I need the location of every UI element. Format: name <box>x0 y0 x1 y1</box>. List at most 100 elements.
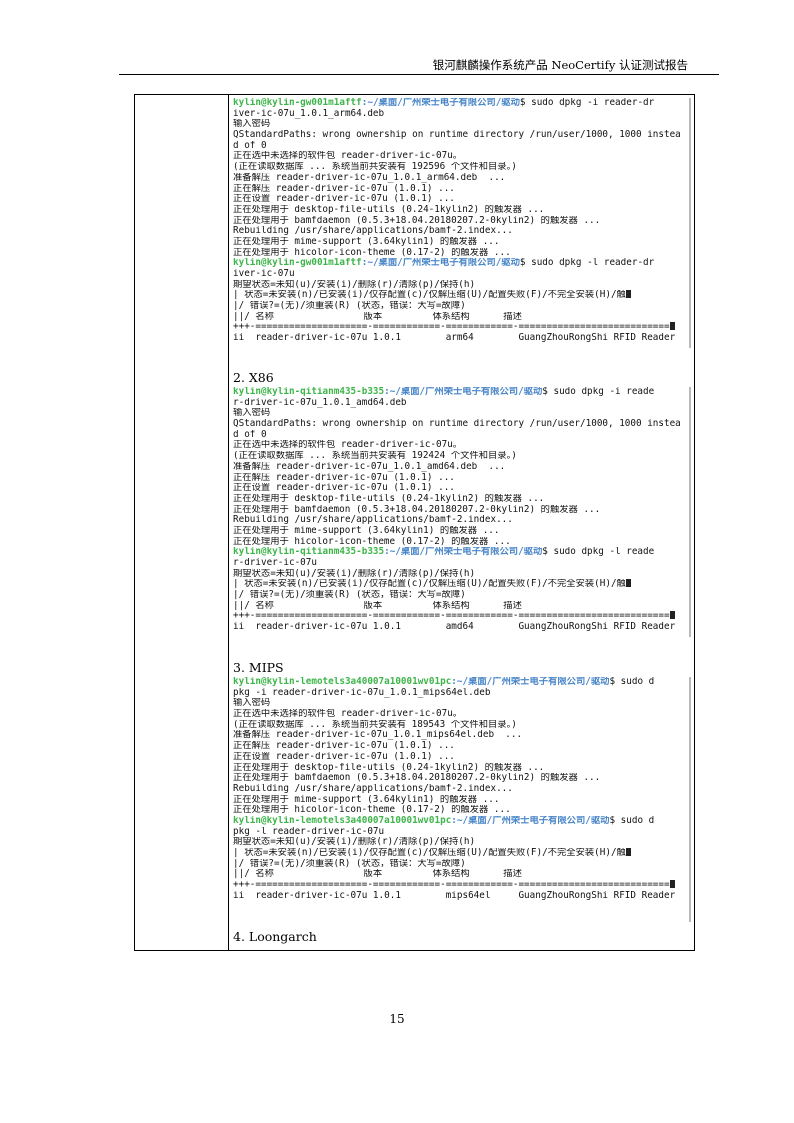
line-text: 正在处理用于 hicolor-icon-theme (0.17-2) 的触发器 … <box>233 536 511 547</box>
prompt-path: :~/桌面/广州荣士电子有限公司/驱动 <box>384 387 543 397</box>
truncation-arrow-icon <box>669 611 675 620</box>
line-text: |/ 错误?=(无)/须重装(R) (状态，错误：大写=故障) <box>233 858 466 869</box>
terminal-line: kylin@kylin-gw001m1aftf:~/桌面/广州荣士电子有限公司/… <box>233 258 689 269</box>
line-text: $ sudo dpkg -i reader-dr <box>519 98 655 108</box>
line-text: 正在处理用于 mime-support (3.64kylin1) 的触发器 ..… <box>233 236 500 247</box>
terminal-line: Rebuilding /usr/share/applications/bamf-… <box>233 784 689 795</box>
line-text: 正在解压 reader-driver-ic-07u (1.0.1) ... <box>233 741 455 752</box>
line-text: |/ 错误?=(无)/须重装(R) (状态，错误：大写=故障) <box>233 301 466 312</box>
terminal-line: +++-====================-============-==… <box>233 611 689 622</box>
terminal-line: Rebuilding /usr/share/applications/bamf-… <box>233 226 689 237</box>
table-left-column <box>135 95 229 950</box>
terminal-line: d of 0 <box>233 141 689 152</box>
terminal-line: 正在设置 reader-driver-ic-07u (1.0.1) ... <box>233 752 689 763</box>
terminal-line: | 状态=未安装(n)/已安装(i)/仅存配置(c)/仅解压缩(U)/配置失败(… <box>233 848 689 859</box>
terminal-line: 正在处理用于 bamfdaemon (0.5.3+18.04.20180207.… <box>233 773 689 784</box>
terminal-line: 期望状态=未知(u)/安装(i)/删除(r)/清除(p)/保持(h) <box>233 569 689 580</box>
terminal-line: ||/ 名称 版本 体系结构 描述 <box>233 601 689 612</box>
line-text: $ sudo dpkg -l reader-dr <box>519 258 655 269</box>
prompt-user: kylin@kylin-lemotels3a40007a10001wv01pc <box>233 815 452 826</box>
terminal-line: | 状态=未安装(n)/已安装(i)/仅存配置(c)/仅解压缩(U)/配置失败(… <box>233 290 689 301</box>
line-text: 正在处理用于 hicolor-icon-theme (0.17-2) 的触发器 … <box>233 805 511 816</box>
line-text: (正在读取数据库 ... 系统当前共安装有 189543 个文件和目录。) <box>233 719 517 730</box>
truncation-arrow-icon <box>625 579 631 588</box>
page-number: 15 <box>389 1012 405 1026</box>
prompt-path: :~/桌面/广州荣士电子有限公司/驱动 <box>451 677 610 687</box>
terminal-line: 准备解压 reader-driver-ic-07u_1.0.1_mips64el… <box>233 730 689 741</box>
scrollbar-thumb[interactable] <box>689 679 691 920</box>
line-text: 正在处理用于 bamfdaemon (0.5.3+18.04.20180207.… <box>233 504 601 515</box>
terminal-line: 正在处理用于 desktop-file-utils (0.24-1kylin2)… <box>233 763 689 774</box>
line-text: 期望状态=未知(u)/安装(i)/删除(r)/清除(p)/保持(h) <box>233 837 476 848</box>
terminal-line: 正在处理用于 desktop-file-utils (0.24-1kylin2)… <box>233 205 689 216</box>
line-text: iver-ic-07u <box>233 269 295 279</box>
scrollbar-thumb[interactable] <box>689 389 691 635</box>
line-text: Rebuilding /usr/share/applications/bamf-… <box>233 515 513 526</box>
line-text: 准备解压 reader-driver-ic-07u_1.0.1_mips64el… <box>233 730 523 741</box>
prompt-path: :~/桌面/广州荣士电子有限公司/驱动 <box>361 98 520 108</box>
terminal-line: kylin@kylin-qitianm435-b335:~/桌面/广州荣士电子有… <box>233 387 689 398</box>
line-text: 正在处理用于 desktop-file-utils (0.24-1kylin2)… <box>233 204 545 215</box>
arch-label-x86: 2. X86 <box>233 370 274 385</box>
line-text: Rebuilding /usr/share/applications/bamf-… <box>233 783 513 794</box>
terminal-line: 输入密码 <box>233 119 689 130</box>
terminal-line: kylin@kylin-lemotels3a40007a10001wv01pc:… <box>233 816 689 827</box>
page-header-rule <box>119 74 719 75</box>
line-text: 正在处理用于 desktop-file-utils (0.24-1kylin2)… <box>233 762 545 773</box>
terminal-line: d of 0 <box>233 430 689 441</box>
terminal-line: |/ 错误?=(无)/须重装(R) (状态，错误：大写=故障) <box>233 301 689 312</box>
line-text: ||/ 名称 版本 体系结构 描述 <box>233 311 522 322</box>
terminal-line: 正在设置 reader-driver-ic-07u (1.0.1) ... <box>233 194 689 205</box>
line-text: 正在设置 reader-driver-ic-07u (1.0.1) ... <box>233 751 455 762</box>
terminal-line: 正在选中未选择的软件包 reader-driver-ic-07u。 <box>233 709 689 720</box>
scrollbar-thumb[interactable] <box>689 100 691 346</box>
terminal-x86: kylin@kylin-qitianm435-b335 :~/桌面/广州荣士电子有… <box>233 387 691 637</box>
terminal-line: iver-ic-07u <box>233 269 689 280</box>
line-text: +++-====================-============-==… <box>233 322 670 333</box>
line-text: 正在处理用于 mime-support (3.64kylin1) 的触发器 ..… <box>233 794 500 805</box>
line-text: 输入密码 <box>233 698 271 709</box>
terminal-line: 正在选中未选择的软件包 reader-driver-ic-07u。 <box>233 440 689 451</box>
line-text: pkg -l reader-driver-ic-07u <box>233 826 385 837</box>
content-table: kylin@kylin-gw001m1aftf:~/桌面/广州荣士电子有限公司/… <box>134 94 695 951</box>
line-text: 正在解压 reader-driver-ic-07u (1.0.1) ... <box>233 183 455 194</box>
line-text: 正在选中未选择的软件包 reader-driver-ic-07u。 <box>233 151 463 162</box>
terminal-line: 正在处理用于 bamfdaemon (0.5.3+18.04.20180207.… <box>233 216 689 227</box>
prompt-user: kylin@kylin-qitianm435-b335 <box>233 547 385 558</box>
arch-label-mips: 3. MIPS <box>233 660 284 675</box>
terminal-line: ii reader-driver-ic-07u 1.0.1 arm64 Guan… <box>233 333 689 344</box>
terminal-line: ||/ 名称 版本 体系结构 描述 <box>233 312 689 323</box>
terminal-line: 正在设置 reader-driver-ic-07u (1.0.1) ... <box>233 483 689 494</box>
prompt-user: kylin@kylin-lemotels3a40007a10001wv01pc <box>233 677 452 687</box>
line-text: 准备解压 reader-driver-ic-07u_1.0.1_amd64.de… <box>233 461 506 472</box>
terminal-line: 正在处理用于 mime-support (3.64kylin1) 的触发器 ..… <box>233 237 689 248</box>
line-text: ii reader-driver-ic-07u 1.0.1 mips64el G… <box>233 890 676 901</box>
prompt-path: :~/桌面/广州荣士电子有限公司/驱动 <box>451 815 610 826</box>
terminal-line: ii reader-driver-ic-07u 1.0.1 mips64el G… <box>233 891 689 902</box>
terminal-line: |/ 错误?=(无)/须重装(R) (状态，错误：大写=故障) <box>233 859 689 870</box>
line-text: QStandardPaths: wrong ownership on runti… <box>233 419 681 430</box>
terminal-line: ||/ 名称 版本 体系结构 描述 <box>233 869 689 880</box>
line-text: 正在处理用于 mime-support (3.64kylin1) 的触发器 ..… <box>233 525 500 536</box>
terminal-line: pkg -i reader-driver-ic-07u_1.0.1_mips64… <box>233 688 689 699</box>
line-text: $ sudo dpkg -i reade <box>542 387 655 397</box>
terminal-line: kylin@kylin-gw001m1aftf:~/桌面/广州荣士电子有限公司/… <box>233 98 689 109</box>
terminal-line: r-driver-ic-07u <box>233 558 689 569</box>
terminal-line: (正在读取数据库 ... 系统当前共安装有 192424 个文件和目录。) <box>233 451 689 462</box>
line-text: ||/ 名称 版本 体系结构 描述 <box>233 869 522 880</box>
terminal-line: 准备解压 reader-driver-ic-07u_1.0.1_arm64.de… <box>233 173 689 184</box>
line-text: ||/ 名称 版本 体系结构 描述 <box>233 600 522 611</box>
line-text: 正在解压 reader-driver-ic-07u (1.0.1) ... <box>233 472 455 483</box>
line-text: 正在选中未选择的软件包 reader-driver-ic-07u。 <box>233 440 463 451</box>
terminal-line: 正在处理用于 mime-support (3.64kylin1) 的触发器 ..… <box>233 526 689 537</box>
terminal-line: | 状态=未安装(n)/已安装(i)/仅存配置(c)/仅解压缩(U)/配置失败(… <box>233 579 689 590</box>
line-text: 正在处理用于 hicolor-icon-theme (0.17-2) 的触发器 … <box>233 247 511 258</box>
terminal-line: 正在解压 reader-driver-ic-07u (1.0.1) ... <box>233 184 689 195</box>
prompt-user: kylin@kylin-gw001m1aftf <box>233 98 362 108</box>
terminal-line: 正在处理用于 hicolor-icon-theme (0.17-2) 的触发器 … <box>233 248 689 259</box>
line-text: Rebuilding /usr/share/applications/bamf-… <box>233 226 513 237</box>
line-text: $ sudo d <box>609 677 655 687</box>
line-text: ii reader-driver-ic-07u 1.0.1 arm64 Guan… <box>233 333 676 344</box>
terminal-line: 正在解压 reader-driver-ic-07u (1.0.1) ... <box>233 473 689 484</box>
line-text: r-driver-ic-07u <box>233 558 317 568</box>
